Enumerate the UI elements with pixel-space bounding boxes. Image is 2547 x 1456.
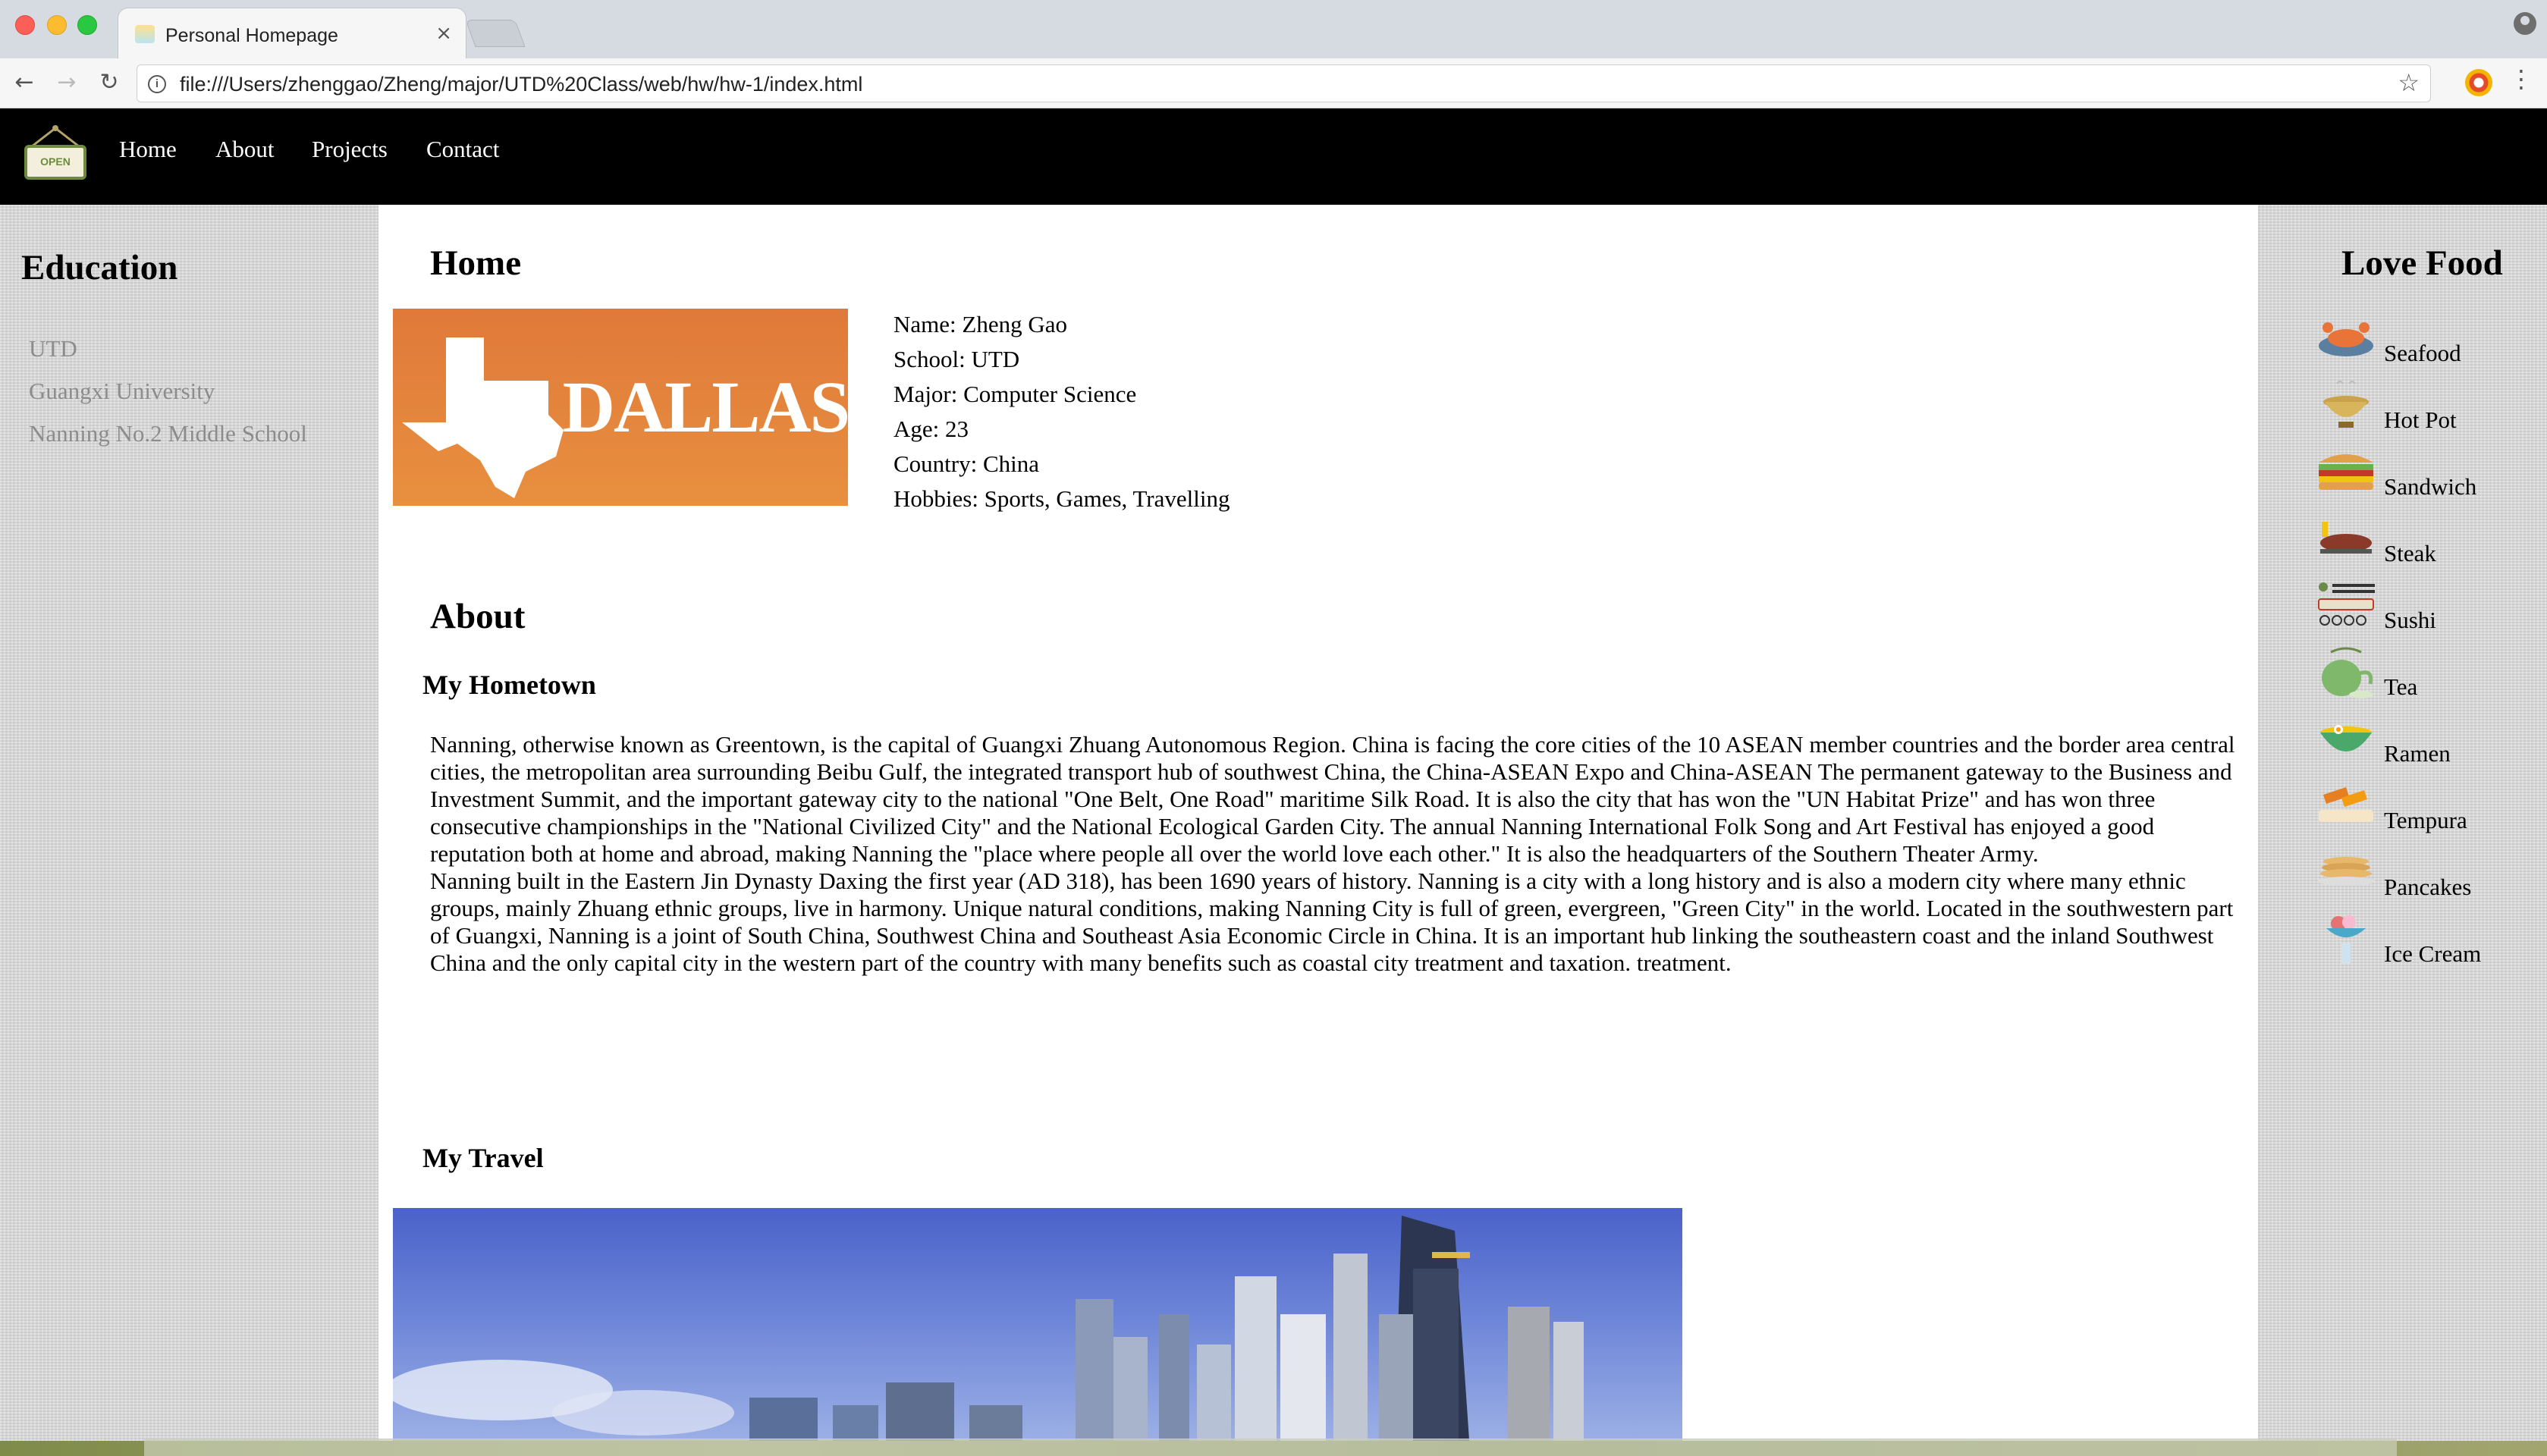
sushi-icon bbox=[2318, 582, 2375, 626]
ice-cream-icon bbox=[2326, 915, 2366, 963]
tempura-icon bbox=[2319, 787, 2373, 822]
main-content: Home UT DALLAS Name: Zheng Gao School: U… bbox=[378, 205, 2258, 1441]
education-item-utd[interactable]: UTD bbox=[29, 335, 77, 362]
food-label: Tea bbox=[2384, 673, 2418, 700]
address-bar[interactable]: i file:///Users/zhenggao/Zheng/major/UTD… bbox=[137, 64, 2431, 102]
tab-favicon-icon bbox=[135, 25, 155, 43]
info-major: Major: Computer Science bbox=[893, 381, 1137, 407]
open-sign-logo[interactable]: OPEN bbox=[24, 125, 86, 180]
tea-icon bbox=[2322, 647, 2373, 698]
info-name: Name: Zheng Gao bbox=[893, 311, 1067, 337]
info-school: School: UTD bbox=[893, 346, 1020, 372]
steak-icon bbox=[2320, 522, 2372, 554]
food-label: Steak bbox=[2384, 540, 2436, 566]
hometown-heading: My Hometown bbox=[422, 670, 596, 700]
info-country: Country: China bbox=[893, 450, 1040, 477]
skyline-image bbox=[393, 1216, 1584, 1441]
tab-close-icon[interactable]: × bbox=[435, 22, 452, 45]
about-heading: About bbox=[430, 597, 526, 636]
food-item-tea[interactable]: Tea bbox=[2316, 646, 2543, 707]
food-item-ice-cream[interactable]: Ice Cream bbox=[2316, 913, 2543, 974]
seafood-icon bbox=[2319, 322, 2373, 356]
info-hobbies: Hobbies: Sports, Games, Travelling bbox=[893, 485, 1230, 512]
hometown-paragraph-2: Nanning built in the Eastern Jin Dynasty… bbox=[430, 868, 2234, 976]
forward-arrow-icon[interactable]: → bbox=[52, 67, 82, 98]
food-label: Ramen bbox=[2384, 740, 2451, 767]
food-item-sushi[interactable]: Sushi bbox=[2316, 579, 2543, 640]
browser-menu-icon[interactable]: ⋮ bbox=[2509, 64, 2533, 93]
food-label: Ice Cream bbox=[2384, 940, 2482, 967]
food-item-sandwich[interactable]: Sandwich bbox=[2316, 446, 2543, 507]
education-sidebar: Education UTD Guangxi University Nanning… bbox=[0, 205, 378, 1441]
reload-icon[interactable]: ↻ bbox=[94, 67, 124, 98]
food-item-seafood[interactable]: Seafood bbox=[2316, 312, 2543, 373]
food-label: Tempura bbox=[2384, 807, 2467, 833]
extension-icon[interactable] bbox=[2465, 69, 2492, 96]
web-page: OPEN Home About Projects Contact Educati… bbox=[0, 108, 2547, 1441]
profile-icon[interactable] bbox=[2514, 12, 2536, 35]
close-window-button[interactable] bbox=[15, 15, 35, 35]
food-label: Seafood bbox=[2384, 340, 2461, 366]
zoom-window-button[interactable] bbox=[77, 15, 97, 35]
info-age: Age: 23 bbox=[893, 416, 969, 442]
browser-tab-bar: Personal Homepage × bbox=[0, 0, 2547, 58]
hometown-paragraphs: Nanning, otherwise known as Greentown, i… bbox=[430, 731, 2235, 977]
new-tab-button[interactable] bbox=[465, 20, 526, 47]
education-title: Education bbox=[21, 248, 178, 287]
food-label: Sandwich bbox=[2384, 473, 2477, 500]
hot-pot-icon bbox=[2323, 381, 2369, 428]
browser-tab[interactable]: Personal Homepage × bbox=[118, 8, 466, 58]
minimize-window-button[interactable] bbox=[47, 15, 67, 35]
pancakes-icon bbox=[2317, 857, 2375, 886]
education-item-nanning-middle-school[interactable]: Nanning No.2 Middle School bbox=[29, 420, 307, 447]
education-item-guangxi-university[interactable]: Guangxi University bbox=[29, 378, 215, 405]
home-heading: Home bbox=[430, 243, 522, 283]
hometown-paragraph-1: Nanning, otherwise known as Greentown, i… bbox=[430, 731, 2235, 867]
site-navbar: OPEN Home About Projects Contact bbox=[0, 108, 2547, 205]
travel-heading: My Travel bbox=[422, 1143, 544, 1173]
ramen-icon bbox=[2320, 725, 2372, 752]
food-item-steak[interactable]: Steak bbox=[2316, 513, 2543, 573]
food-item-tempura[interactable]: Tempura bbox=[2316, 780, 2543, 840]
food-label: Sushi bbox=[2384, 607, 2436, 633]
browser-toolbar: ← → ↻ i file:///Users/zhenggao/Zheng/maj… bbox=[0, 58, 2547, 108]
tab-title: Personal Homepage bbox=[165, 25, 338, 46]
info-icon[interactable]: i bbox=[148, 75, 166, 93]
food-item-pancakes[interactable]: Pancakes bbox=[2316, 846, 2543, 907]
food-item-hot-pot[interactable]: Hot Pot bbox=[2316, 379, 2543, 440]
food-label: Hot Pot bbox=[2384, 406, 2457, 433]
back-arrow-icon[interactable]: ← bbox=[9, 67, 39, 98]
nav-link-projects[interactable]: Projects bbox=[312, 136, 388, 163]
bookmark-star-icon[interactable]: ☆ bbox=[2398, 68, 2420, 97]
city-skyline-photo bbox=[393, 1208, 1682, 1441]
nav-link-contact[interactable]: Contact bbox=[426, 136, 499, 163]
url-text[interactable]: file:///Users/zhenggao/Zheng/major/UTD%2… bbox=[180, 73, 862, 96]
utd-logo-text: UT DALLAS bbox=[449, 366, 850, 447]
food-label: Pancakes bbox=[2384, 874, 2472, 900]
food-sidebar: Love Food Seafood Hot Pot Sandwich Steak… bbox=[2258, 205, 2547, 1441]
nav-link-about[interactable]: About bbox=[215, 136, 275, 163]
nav-link-home[interactable]: Home bbox=[119, 136, 177, 163]
sign-board: OPEN bbox=[24, 145, 86, 180]
food-item-ramen[interactable]: Ramen bbox=[2316, 713, 2543, 774]
food-title: Love Food bbox=[2341, 243, 2503, 283]
logo-text: OPEN bbox=[40, 155, 71, 168]
dock bbox=[144, 1439, 2397, 1456]
utd-logo-image: UT DALLAS bbox=[393, 309, 850, 506]
sandwich-icon bbox=[2319, 454, 2373, 490]
